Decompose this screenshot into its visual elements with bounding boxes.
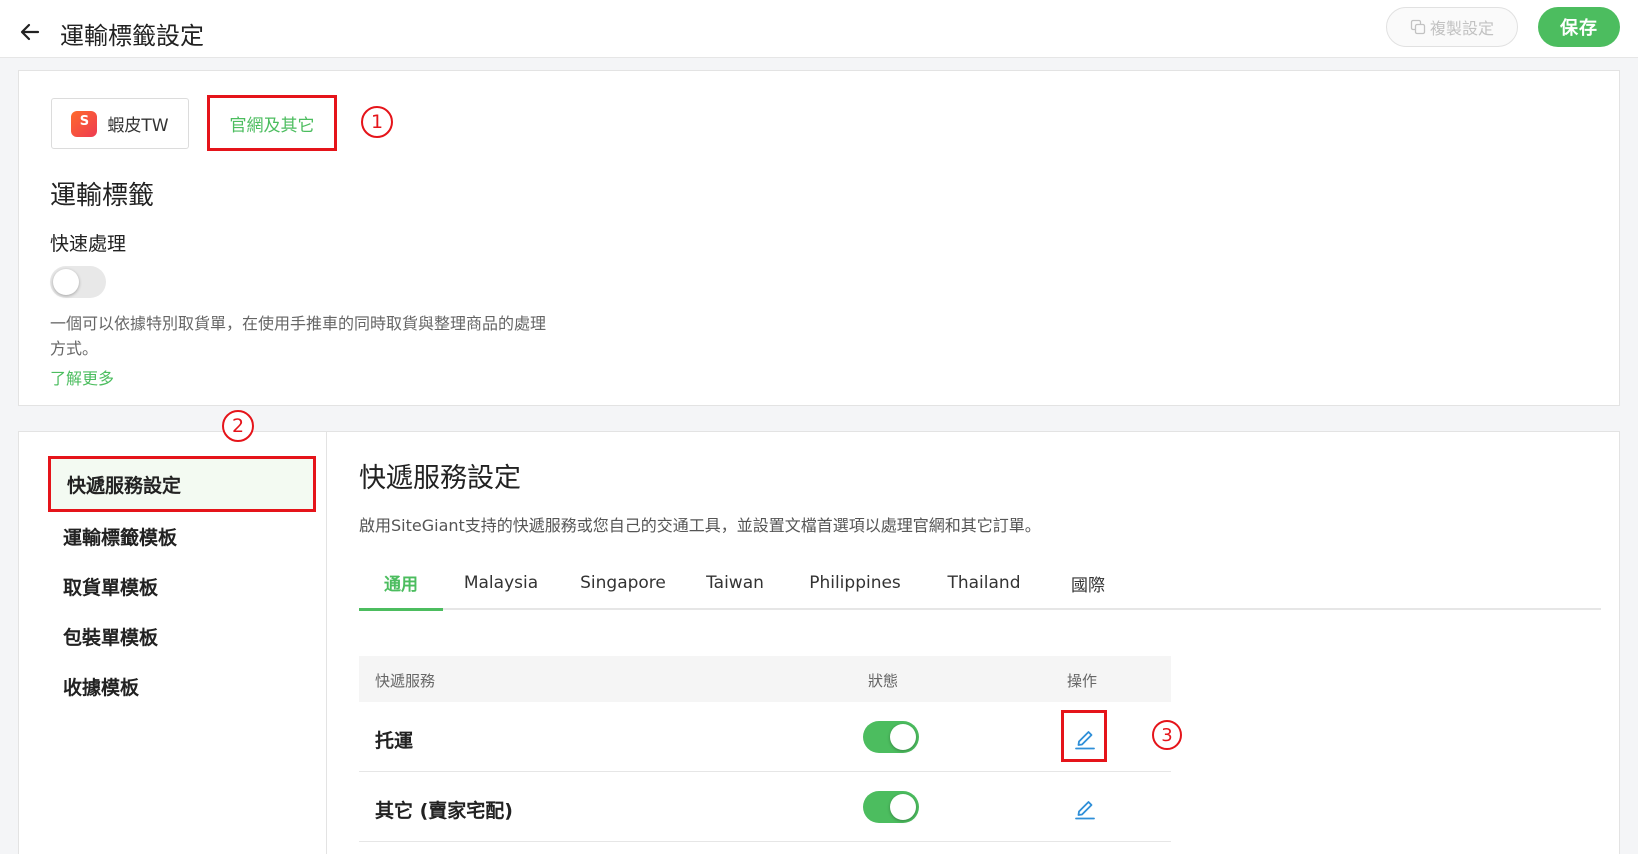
toggle-knob xyxy=(890,794,916,820)
courier-name: 托運 xyxy=(375,730,414,752)
save-button[interactable]: 保存 xyxy=(1538,7,1620,47)
column-header-actions: 操作 xyxy=(1067,672,1098,690)
courier-name: 其它 (賣家宅配) xyxy=(375,800,513,822)
copy-settings-button[interactable]: 複製設定 xyxy=(1386,7,1518,47)
copy-icon xyxy=(1410,19,1426,35)
annotation-marker-3: 3 xyxy=(1152,720,1182,750)
toggle-knob xyxy=(53,269,79,295)
sidebar-item-receipt-template[interactable]: 收據模板 xyxy=(47,658,315,714)
edit-pencil-icon[interactable] xyxy=(1071,793,1099,821)
tab-singapore[interactable]: Singapore xyxy=(559,556,687,610)
fast-process-description: 一個可以依據特別取貨單，在使用手推車的同時取貨與整理商品的處理方式。 xyxy=(50,314,547,358)
tab-international[interactable]: 國際 xyxy=(1041,556,1135,610)
settings-sidebar: 快遞服務設定 運輸標籤模板 取貨單模板 包裝單模板 收據模板 xyxy=(19,432,327,854)
copy-settings-label: 複製設定 xyxy=(1429,19,1494,38)
shipping-label-card: 蝦皮TW 官網及其它 1 運輸標籤 快速處理 一個可以依據特別取貨單，在使用手推… xyxy=(18,70,1620,406)
courier-status-toggle[interactable] xyxy=(863,721,919,753)
toggle-knob xyxy=(890,724,916,750)
channel-tab-web[interactable]: 官網及其它 xyxy=(207,95,337,151)
courier-settings-description: 啟用SiteGiant支持的快遞服務或您自己的交通工具，並設置文檔首選項以處理官… xyxy=(359,516,1041,535)
channel-tab-shopee[interactable]: 蝦皮TW xyxy=(51,98,189,149)
edit-pencil-icon[interactable] xyxy=(1071,723,1099,751)
tab-philippines[interactable]: Philippines xyxy=(783,556,927,610)
column-header-status: 狀態 xyxy=(868,672,899,690)
region-tabs: 通用 Malaysia Singapore Taiwan Philippines… xyxy=(359,556,1601,611)
tab-taiwan[interactable]: Taiwan xyxy=(687,556,783,610)
tab-thailand[interactable]: Thailand xyxy=(927,556,1041,610)
courier-table: 快遞服務 狀態 操作 托運 3 其它 (賣家宅配) xyxy=(359,656,1182,842)
fast-process-label: 快速處理 xyxy=(50,233,127,255)
tab-malaysia[interactable]: Malaysia xyxy=(443,556,559,610)
sidebar-item-packing-list-template[interactable]: 包裝單模板 xyxy=(47,608,315,664)
courier-status-toggle[interactable] xyxy=(863,791,919,823)
annotation-marker-1: 1 xyxy=(361,106,393,138)
column-header-courier: 快遞服務 xyxy=(375,672,436,690)
channel-shopee-label: 蝦皮TW xyxy=(107,116,169,136)
back-arrow-icon[interactable] xyxy=(18,20,42,44)
table-row: 托運 3 xyxy=(359,702,1182,772)
courier-settings-title: 快遞服務設定 xyxy=(359,463,521,494)
sidebar-item-shipping-label-template[interactable]: 運輸標籤模板 xyxy=(47,508,315,564)
sidebar-item-courier-settings[interactable]: 快遞服務設定 xyxy=(48,456,316,512)
fast-process-toggle[interactable] xyxy=(50,266,106,298)
learn-more-link[interactable]: 了解更多 xyxy=(50,365,114,389)
top-header: 運輸標籤設定 複製設定 保存 xyxy=(0,0,1638,58)
tab-general[interactable]: 通用 xyxy=(359,556,443,611)
shopee-logo-icon xyxy=(71,110,98,137)
courier-settings-card: 2 快遞服務設定 運輸標籤模板 取貨單模板 包裝單模板 收據模板 快遞服務設定 … xyxy=(18,410,1620,854)
table-header: 快遞服務 狀態 操作 xyxy=(359,656,1171,702)
table-row: 其它 (賣家宅配) xyxy=(359,772,1171,842)
section-title: 運輸標籤 xyxy=(50,181,155,211)
page-title: 運輸標籤設定 xyxy=(60,22,204,50)
sidebar-item-pick-list-template[interactable]: 取貨單模板 xyxy=(47,558,315,614)
